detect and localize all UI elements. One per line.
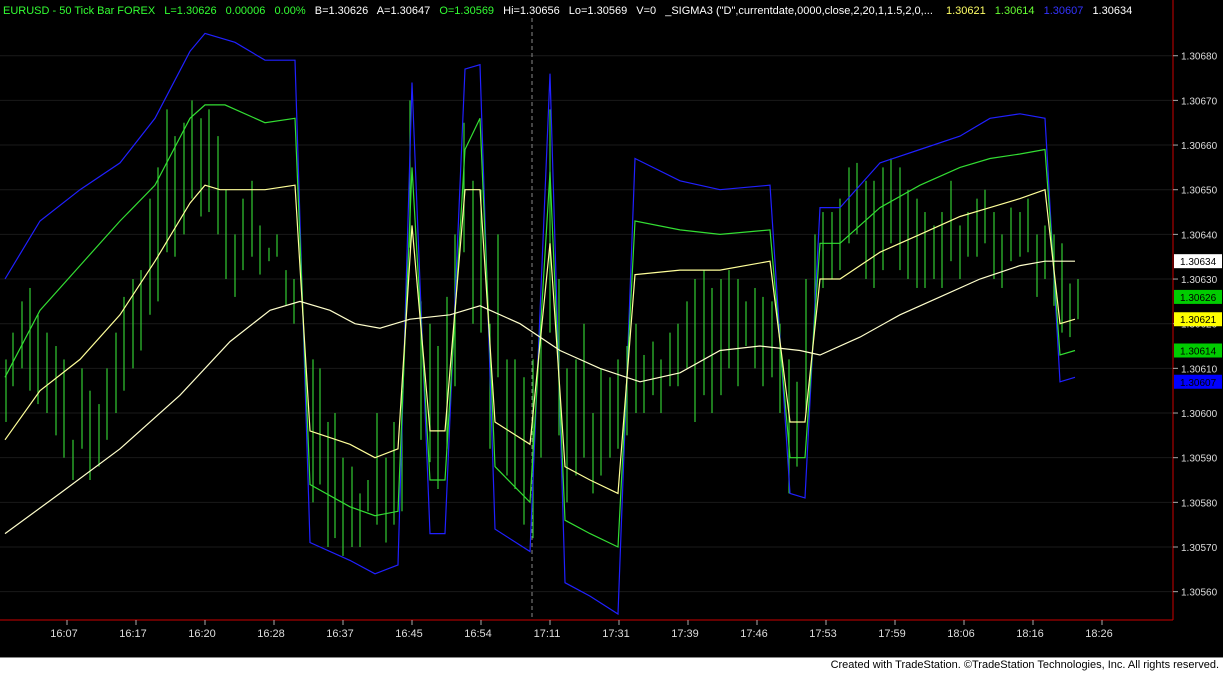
x-tick-label: 16:54: [464, 628, 492, 640]
footer-bar: Created with TradeStation. ©TradeStation…: [0, 657, 1223, 673]
y-tick-label: 1.30680: [1181, 52, 1218, 63]
header-open: O=1.30569: [439, 5, 494, 17]
header-study-value-2: 1.30614: [995, 5, 1035, 17]
x-tick-label: 17:39: [671, 628, 699, 640]
x-tick-label: 17:46: [740, 628, 768, 640]
header-ask: A=1.30647: [377, 5, 431, 17]
y-tick-label: 1.30660: [1181, 141, 1218, 152]
x-tick-label: 16:07: [50, 628, 78, 640]
header-high: Hi=1.30656: [503, 5, 560, 17]
x-tick-label: 17:11: [534, 628, 561, 640]
price-label-text: 1.30607: [1180, 378, 1217, 389]
header-study-value-3: 1.30607: [1044, 5, 1084, 17]
x-tick-label: 17:53: [809, 628, 837, 640]
y-tick-label: 1.30610: [1181, 364, 1218, 375]
y-tick-label: 1.30570: [1181, 543, 1218, 554]
x-tick-label: 16:37: [326, 628, 354, 640]
header-bid: B=1.30626: [315, 5, 369, 17]
header-volume: V=0: [636, 5, 656, 17]
price-label-text: 1.30621: [1180, 315, 1217, 326]
price-label-text: 1.30634: [1180, 257, 1217, 268]
header-change-pct: 0.00%: [274, 5, 305, 17]
x-tick-label: 16:28: [257, 628, 285, 640]
price-label-text: 1.30626: [1180, 293, 1217, 304]
y-tick-label: 1.30670: [1181, 96, 1218, 107]
x-tick-label: 16:45: [395, 628, 423, 640]
header-study-value-1: 1.30621: [946, 5, 986, 17]
x-tick-label: 17:59: [878, 628, 906, 640]
copyright-text: Created with TradeStation. ©TradeStation…: [830, 659, 1219, 671]
y-tick-label: 1.30650: [1181, 186, 1218, 197]
header-change: 0.00006: [226, 5, 266, 17]
header-low: Lo=1.30569: [569, 5, 627, 17]
x-tick-label: 16:17: [119, 628, 147, 640]
x-tick-label: 18:06: [947, 628, 975, 640]
chart-background: [0, 0, 1223, 657]
header-last: L=1.30626: [164, 5, 216, 17]
price-chart[interactable]: 1.30560 1.30570 1.30580 1.30590 1.30600 1.306…: [0, 0, 1223, 657]
y-tick-label: 1.30640: [1181, 230, 1218, 241]
x-tick-label: 16:20: [188, 628, 216, 640]
price-label-text: 1.30614: [1180, 346, 1217, 357]
header-study: _SIGMA3 ("D",currentdate,0000,close,2,20…: [664, 5, 933, 17]
y-tick-label: 1.30600: [1181, 409, 1218, 420]
x-tick-label: 18:26: [1085, 628, 1113, 640]
header-study-value-4: 1.30634: [1092, 5, 1132, 17]
y-tick-label: 1.30590: [1181, 454, 1218, 465]
x-tick-label: 17:31: [602, 628, 630, 640]
y-tick-label: 1.30580: [1181, 498, 1218, 509]
x-tick-label: 18:16: [1016, 628, 1044, 640]
header-symbol: EURUSD - 50 Tick Bar FOREX: [3, 5, 156, 17]
y-tick-label: 1.30560: [1181, 588, 1218, 599]
y-tick-label: 1.30630: [1181, 275, 1218, 286]
